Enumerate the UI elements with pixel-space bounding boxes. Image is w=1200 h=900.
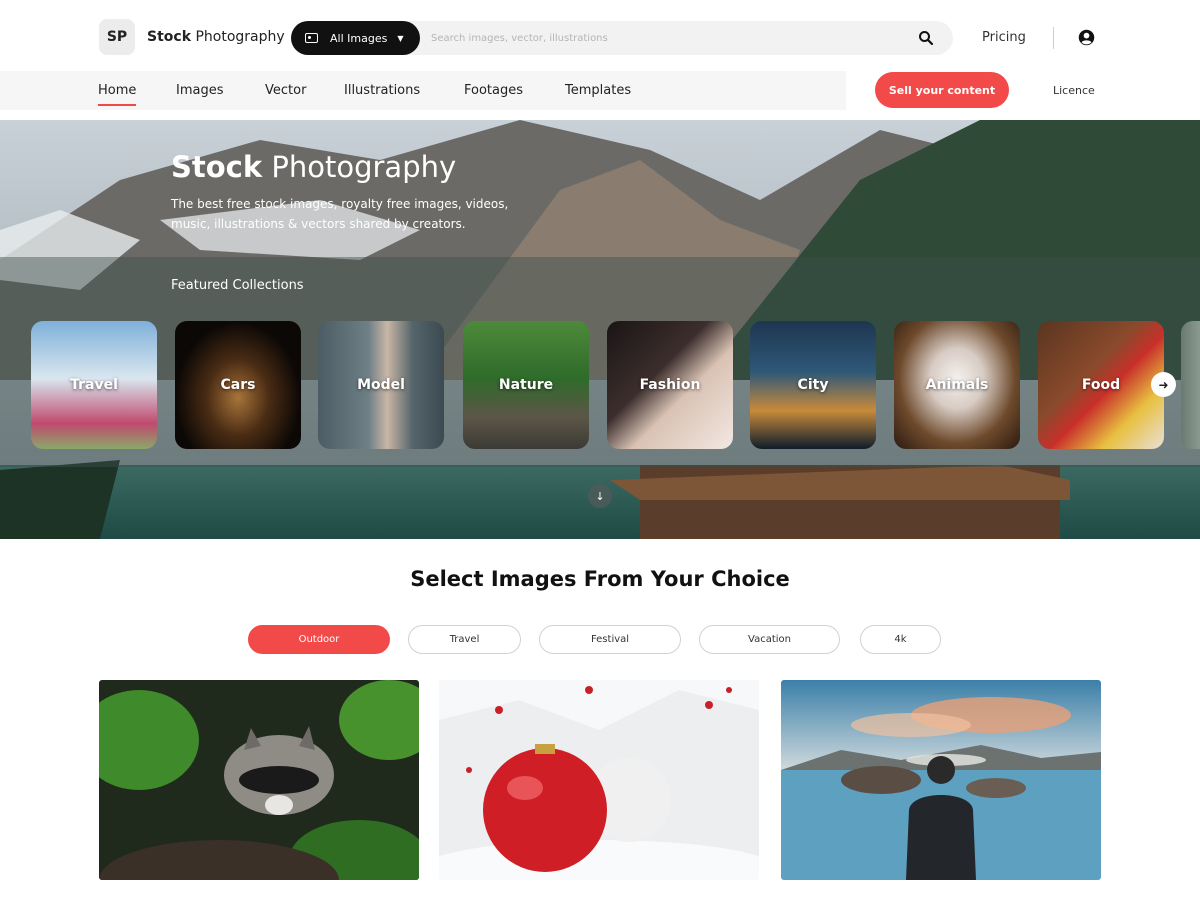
collection-card-city[interactable]: City bbox=[750, 321, 876, 449]
brand-name[interactable]: Stock Photography bbox=[147, 29, 285, 45]
hero-title: Stock Photography bbox=[171, 150, 456, 184]
brand-name-bold: Stock bbox=[147, 29, 192, 45]
collection-card-food[interactable]: Food bbox=[1038, 321, 1164, 449]
photo-lake-man[interactable] bbox=[781, 680, 1101, 880]
collection-card-model[interactable]: Model bbox=[318, 321, 444, 449]
nav-footages[interactable]: Footages bbox=[464, 83, 523, 98]
top-header: SP Stock Photography All Images ▼ Pricin… bbox=[0, 0, 1200, 72]
filter-4k[interactable]: 4k bbox=[860, 625, 941, 654]
search-input[interactable] bbox=[431, 28, 891, 48]
collection-card-label: Fashion bbox=[639, 377, 701, 393]
collection-card-travel[interactable]: Travel bbox=[31, 321, 157, 449]
scroll-down-button[interactable]: ↓ bbox=[588, 484, 612, 508]
christmas-ornament-image bbox=[439, 680, 759, 880]
image-icon bbox=[305, 33, 318, 43]
raccoon-image bbox=[99, 680, 419, 880]
nav-illustrations[interactable]: Illustrations bbox=[344, 83, 420, 98]
nav-vector[interactable]: Vector bbox=[265, 83, 306, 98]
section-title: Select Images From Your Choice bbox=[410, 567, 790, 591]
photo-raccoon[interactable] bbox=[99, 680, 419, 880]
collection-card-partial[interactable] bbox=[1181, 321, 1200, 449]
logo-text: SP bbox=[106, 29, 128, 45]
brand-name-rest: Photography bbox=[191, 29, 285, 45]
search-icon[interactable] bbox=[918, 30, 934, 46]
search-type-dropdown[interactable]: All Images ▼ bbox=[291, 21, 420, 55]
collections-carousel: Travel Cars Model Nature Fashion City An… bbox=[0, 321, 1200, 449]
featured-collections-label: Featured Collections bbox=[171, 278, 304, 293]
collection-card-label: Model bbox=[357, 377, 405, 393]
hero-subtitle: The best free stock images, royalty free… bbox=[171, 197, 509, 231]
collection-card-label: City bbox=[797, 377, 829, 393]
hero-banner: Stock Photography The best free stock im… bbox=[0, 120, 1200, 539]
nav-images[interactable]: Images bbox=[176, 83, 224, 98]
user-account-icon[interactable] bbox=[1078, 29, 1095, 46]
photo-christmas-ornament[interactable] bbox=[439, 680, 759, 880]
collection-card-fashion[interactable]: Fashion bbox=[607, 321, 733, 449]
search-bar: All Images ▼ bbox=[291, 21, 953, 55]
nav-home[interactable]: Home bbox=[98, 83, 137, 106]
collection-card-nature[interactable]: Nature bbox=[463, 321, 589, 449]
collection-card-label: Food bbox=[1081, 377, 1121, 393]
filter-vacation[interactable]: Vacation bbox=[699, 625, 840, 654]
licence-link[interactable]: Licence bbox=[1053, 84, 1095, 97]
collection-card-label: Nature bbox=[498, 377, 554, 393]
collection-card-label: Animals bbox=[925, 377, 989, 393]
main-nav: Home Images Vector Illustrations Footage… bbox=[0, 71, 846, 110]
arrow-right-icon: ➜ bbox=[1158, 377, 1169, 392]
header-divider bbox=[1053, 27, 1054, 49]
caret-down-icon: ▼ bbox=[397, 33, 404, 43]
logo[interactable]: SP bbox=[99, 19, 135, 55]
carousel-next-button[interactable]: ➜ bbox=[1151, 372, 1176, 397]
hero-title-bold: Stock bbox=[171, 150, 263, 184]
nav-templates[interactable]: Templates bbox=[565, 83, 631, 98]
collection-card-label: Travel bbox=[70, 377, 118, 393]
arrow-down-icon: ↓ bbox=[595, 489, 605, 503]
pricing-link[interactable]: Pricing bbox=[982, 30, 1026, 45]
filter-outdoor[interactable]: Outdoor bbox=[248, 625, 390, 654]
hero-title-rest: Photography bbox=[262, 150, 457, 184]
collection-card-animals[interactable]: Animals bbox=[894, 321, 1020, 449]
collection-card-cars[interactable]: Cars bbox=[175, 321, 301, 449]
collection-card-label: Cars bbox=[220, 377, 256, 393]
lake-man-image bbox=[781, 680, 1101, 880]
search-type-label: All Images bbox=[330, 31, 388, 45]
sell-content-button[interactable]: Sell your content bbox=[875, 72, 1009, 108]
filter-festival[interactable]: Festival bbox=[539, 625, 681, 654]
filter-travel[interactable]: Travel bbox=[408, 625, 521, 654]
